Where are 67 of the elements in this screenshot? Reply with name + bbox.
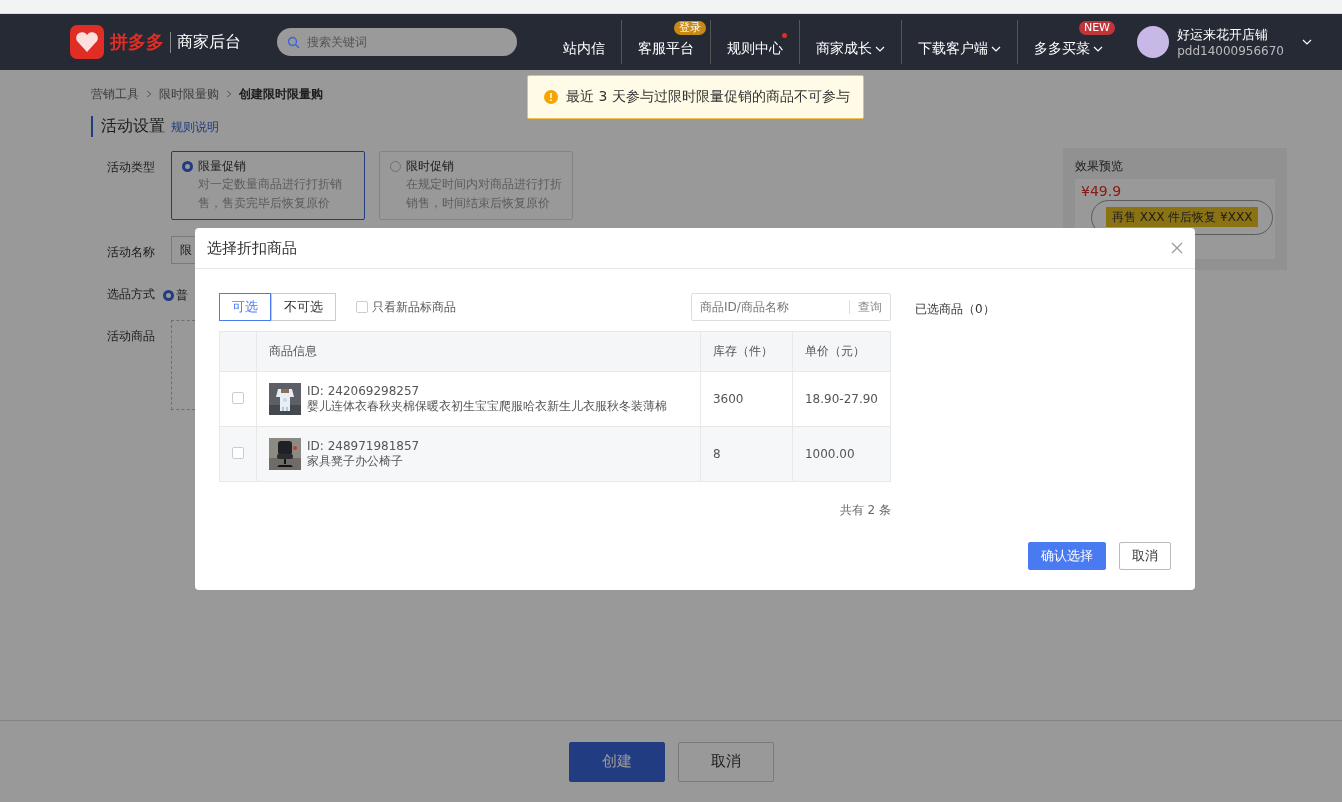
price-cell: 1000.00: [792, 426, 891, 482]
footer-button[interactable]: 创建: [568, 741, 665, 782]
field-label: 选品方式: [107, 286, 156, 303]
product-id: ID: 242069298257: [307, 383, 421, 398]
product-name: 家具凳子办公椅子: [307, 452, 404, 470]
app-subtitle: 商家后台: [170, 31, 241, 53]
radio-button[interactable]: [182, 161, 193, 172]
field-label: 活动类型: [107, 159, 156, 176]
radio-button[interactable]: [390, 161, 401, 172]
dialog-button[interactable]: 取消: [1119, 542, 1171, 570]
field-label: 活动商品: [107, 328, 156, 345]
radio-button[interactable]: [163, 290, 174, 301]
dialog-title: 选择折扣商品: [207, 238, 297, 258]
chevron-right-icon: [145, 90, 153, 98]
rules-link[interactable]: 规则说明: [171, 119, 219, 136]
product-id: ID: 248971981857: [307, 438, 420, 453]
stock-cell: 8: [700, 426, 793, 482]
shop-avatar[interactable]: [1137, 26, 1170, 58]
stock-cell: 3600: [700, 371, 793, 427]
nav-item[interactable]: 登录 客服平台: [622, 20, 711, 64]
product-name: 婴儿连体衣春秋夹棉保暖衣初生宝宝爬服哈衣新生儿衣服秋冬装薄棉: [307, 397, 667, 415]
search-field[interactable]: 搜索关键词: [277, 28, 517, 56]
logo-text: 拼多多: [110, 30, 164, 54]
column-header: 库存（件）: [700, 331, 793, 372]
product-search-field[interactable]: 商品ID/商品名称 查询: [691, 293, 891, 321]
breadcrumb-item[interactable]: 创建限时限量购: [239, 85, 323, 103]
bubble-text: 再售 XXX 件后恢复 ¥XXX: [1106, 207, 1259, 227]
preview-price: ¥49.9: [1081, 183, 1122, 199]
section-title: 活动设置: [101, 116, 165, 137]
footer-button[interactable]: 取消: [677, 741, 774, 782]
filter-tab[interactable]: 可选: [219, 293, 271, 321]
nav-badge: 登录: [674, 21, 706, 35]
column-header: 商品信息: [256, 331, 701, 372]
chevron-right-icon: [225, 90, 233, 98]
option-title: 限量促销: [198, 158, 246, 175]
nav-item[interactable]: NEW 多多买菜: [1018, 20, 1119, 64]
preview-title: 效果预览: [1075, 158, 1124, 175]
option-title: 限时促销: [406, 158, 454, 175]
close-icon[interactable]: [1171, 242, 1183, 254]
chevron-down-icon: [1093, 44, 1103, 54]
row-checkbox[interactable]: [232, 391, 244, 404]
price-cell: 18.90-27.90: [792, 371, 891, 427]
selected-title: 已选商品（0）: [915, 302, 995, 316]
breadcrumb-item[interactable]: 限时限量购: [159, 85, 219, 103]
checkbox[interactable]: [356, 301, 368, 313]
column-header: 单价（元）: [792, 331, 891, 372]
nav-item[interactable]: 站内信: [547, 20, 622, 64]
filter-tab[interactable]: 不可选: [271, 293, 336, 321]
nav-item[interactable]: 下载客户端: [902, 20, 1018, 64]
nav-item[interactable]: 商家成长: [800, 20, 902, 64]
total-count: 共有 2 条: [839, 503, 891, 517]
search-icon: [287, 36, 300, 49]
chevron-down-icon: [991, 44, 1001, 54]
nav-item[interactable]: 规则中心: [711, 20, 800, 64]
shop-id: pdd14000956670: [1177, 44, 1284, 58]
nav-badge: NEW: [1078, 21, 1115, 35]
field-label: 活动名称: [107, 244, 156, 261]
radio-label: 普: [176, 287, 188, 304]
row-checkbox[interactable]: [232, 446, 244, 459]
breadcrumb-item[interactable]: 营销工具: [91, 85, 139, 103]
dialog-button[interactable]: 确认选择: [1028, 542, 1106, 570]
chevron-down-icon: [875, 44, 885, 54]
toast-message: 最近 3 天参与过限时限量促销的商品不可参与: [566, 88, 850, 106]
warning-icon: [544, 90, 558, 104]
shop-name: 好运来花开店铺: [1177, 26, 1270, 44]
checkbox-label: 只看新品标商品: [372, 298, 456, 316]
logo-icon: [70, 25, 104, 59]
